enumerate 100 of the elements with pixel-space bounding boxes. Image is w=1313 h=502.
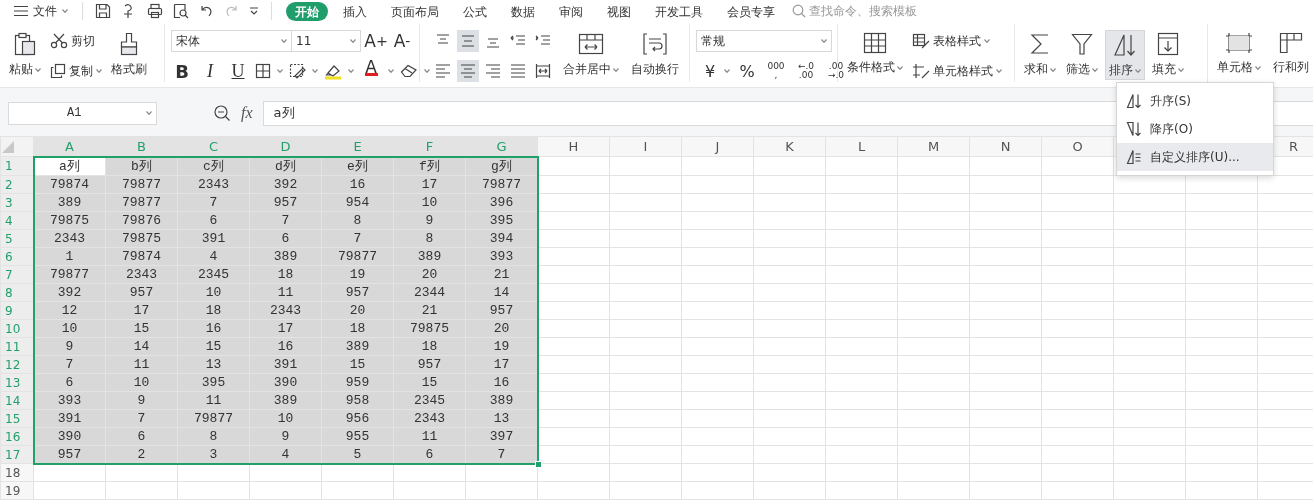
menu-item[interactable]: 自定义排序(U)... <box>1117 143 1273 171</box>
toolbar-button[interactable]: 填充 <box>1149 30 1187 80</box>
cell-button[interactable]: 单元格 <box>1214 30 1264 80</box>
caret-icon <box>96 69 102 73</box>
italic-button[interactable]: I <box>199 60 221 82</box>
bold-button[interactable]: B <box>171 60 193 82</box>
ribbon-tab[interactable]: 数据 <box>502 1 544 21</box>
toolbar-button[interactable]: 排序 <box>1105 30 1145 80</box>
rows-columns-button[interactable]: 行和列 <box>1270 30 1312 80</box>
caret-icon <box>146 111 152 115</box>
fill-handle[interactable] <box>534 460 542 468</box>
caret-icon <box>724 69 730 73</box>
format-painter-icon <box>119 32 139 56</box>
descending-icon <box>1126 121 1142 137</box>
caret-icon <box>996 69 1002 73</box>
select-all-icon <box>1 139 15 154</box>
cell-style-button[interactable]: 单元格样式 <box>912 60 1002 82</box>
column-header[interactable]: K <box>753 136 826 157</box>
scissors-icon <box>50 33 68 49</box>
merge-center-button[interactable]: 合并居中 <box>560 30 622 80</box>
caret-icon <box>350 39 356 43</box>
ribbon-tab[interactable]: 开发工具 <box>646 1 712 21</box>
caret-icon <box>1135 68 1141 73</box>
font-size-select[interactable]: 11 <box>291 30 361 52</box>
paste-button[interactable]: 粘贴 <box>6 30 44 80</box>
toolbar-button[interactable]: 求和 <box>1021 30 1059 80</box>
filter-icon <box>1071 32 1093 56</box>
column-header[interactable]: N <box>969 136 1042 157</box>
caret-icon <box>1050 67 1056 72</box>
number-format-select[interactable]: 常规 <box>696 30 832 52</box>
column-header[interactable]: L <box>825 136 898 157</box>
format-painter-button[interactable]: 格式刷 <box>108 30 150 80</box>
align-right-icon <box>485 63 501 79</box>
percent-button[interactable]: % <box>736 60 758 82</box>
rows-columns-icon <box>1279 32 1303 54</box>
underline-button[interactable]: U <box>227 60 249 82</box>
increase-decimal-button[interactable]: ←.0 .00 <box>794 62 818 80</box>
custom-sort-icon <box>1126 149 1142 165</box>
merge-icon <box>578 32 604 56</box>
save-icon[interactable] <box>95 3 111 19</box>
caret-icon <box>1178 67 1184 72</box>
indent-icon <box>535 34 551 48</box>
column-header[interactable]: J <box>681 136 754 157</box>
ascending-icon <box>1126 93 1142 109</box>
wrap-icon <box>642 32 668 56</box>
undo-icon[interactable] <box>199 4 214 18</box>
ribbon-tab[interactable]: 视图 <box>598 1 640 21</box>
ribbon-tab[interactable]: 页面布局 <box>382 1 448 21</box>
toolbar-button[interactable]: 筛选 <box>1063 30 1101 80</box>
preview-icon[interactable] <box>173 3 189 19</box>
caret-icon <box>613 67 619 72</box>
cell-fill-icon <box>289 63 306 79</box>
caret-icon <box>984 39 990 43</box>
ribbon-tab[interactable]: 公式 <box>454 1 496 21</box>
sort-icon <box>1113 33 1137 57</box>
justify-icon <box>510 63 526 79</box>
copy-button[interactable]: 复制 <box>50 60 102 82</box>
more-icon[interactable] <box>249 6 259 16</box>
column-header[interactable]: M <box>897 136 970 157</box>
align-button[interactable] <box>457 30 479 52</box>
column-header[interactable]: H <box>537 136 610 157</box>
sum-icon <box>1029 32 1051 56</box>
ribbon-tab[interactable]: 插入 <box>334 1 376 21</box>
thousands-button[interactable]: 000 , <box>764 62 788 80</box>
font-family-select[interactable]: 宋体 <box>171 30 292 52</box>
fill-icon <box>1157 32 1179 56</box>
table-style-button[interactable]: 表格样式 <box>912 30 1002 52</box>
caret-icon <box>424 69 430 73</box>
print-icon[interactable] <box>147 3 163 19</box>
align-middle-icon <box>460 34 476 48</box>
wrap-text-button[interactable]: 自动换行 <box>628 30 682 80</box>
function-label[interactable]: fx <box>241 104 253 122</box>
ribbon-tab[interactable]: 会员专享 <box>718 1 784 21</box>
ribbon-tab[interactable]: 审阅 <box>550 1 592 21</box>
caret-icon <box>821 39 827 43</box>
cut-button[interactable]: 剪切 <box>50 30 102 52</box>
menu-icon[interactable] <box>14 5 28 17</box>
caret-icon <box>277 69 283 73</box>
table-grid-icon <box>863 32 887 54</box>
redo-icon[interactable] <box>224 4 239 18</box>
align-center-icon <box>460 63 476 79</box>
caret-icon <box>1255 65 1261 70</box>
currency-button[interactable]: ¥ <box>702 60 718 82</box>
caret-icon <box>388 69 394 73</box>
font-color-button[interactable]: A <box>360 60 382 82</box>
caret-icon <box>312 69 318 73</box>
align-button[interactable] <box>457 60 479 82</box>
name-box[interactable]: A1 <box>8 101 157 125</box>
align-left-icon <box>435 63 451 79</box>
eraser-icon <box>400 64 418 78</box>
cell-pen-icon <box>912 63 930 79</box>
zoom-icon <box>213 104 231 122</box>
distribute-icon <box>535 63 551 79</box>
caret-icon <box>1092 67 1098 72</box>
search-icon <box>792 4 806 18</box>
column-header[interactable]: O <box>1041 136 1114 157</box>
file-menu[interactable]: 文件 <box>12 1 74 21</box>
cell-icon <box>1225 32 1253 54</box>
border-icon <box>255 63 271 79</box>
column-header[interactable]: I <box>609 136 682 157</box>
